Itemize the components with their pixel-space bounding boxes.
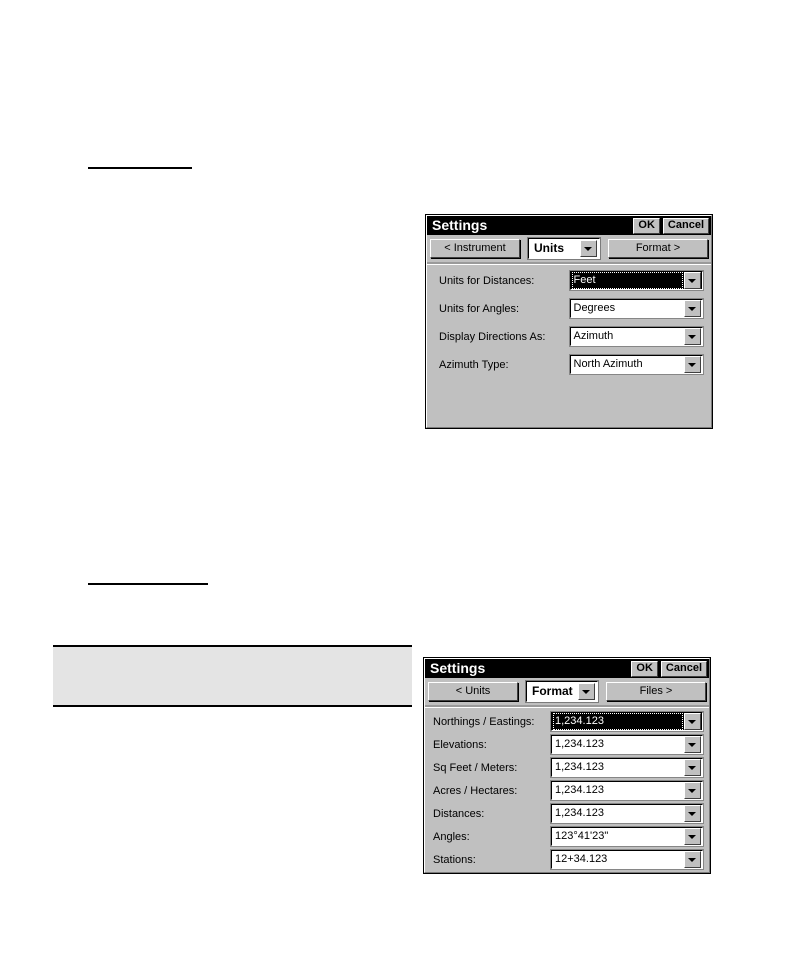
display-directions-as-value: Azimuth (573, 330, 614, 342)
chevron-down-icon[interactable] (684, 759, 701, 776)
elevations-combo[interactable]: 1,234.123 (550, 734, 704, 755)
page-selector-combo[interactable]: Format (525, 680, 599, 703)
northings-eastings-value: 1,234.123 (553, 713, 683, 730)
chevron-down-icon[interactable] (578, 683, 595, 700)
units-for-angles-combo[interactable]: Degrees (568, 298, 704, 319)
page-selector-combo[interactable]: Units (527, 237, 601, 260)
units-for-distances-label: Units for Distances: (439, 274, 535, 287)
azimuth-type-combo[interactable]: North Azimuth (568, 354, 704, 375)
form-row: Angles: 123°41'23" (433, 826, 704, 847)
note-box (53, 645, 412, 707)
form-row: Sq Feet / Meters: 1,234.123 (433, 757, 704, 778)
azimuth-type-value: North Azimuth (573, 358, 643, 370)
section-divider-middle (88, 583, 208, 585)
page-selector-value: Format (532, 684, 573, 698)
cancel-button[interactable]: Cancel (662, 217, 709, 234)
page-navigation-bar: < Instrument Units Format > (427, 235, 711, 262)
form-row: Units for Angles: Degrees (439, 298, 704, 319)
next-page-button[interactable]: Format > (608, 239, 708, 258)
form-row: Units for Distances: Feet (439, 270, 704, 291)
chevron-down-icon[interactable] (684, 828, 701, 845)
elevations-label: Elevations: (433, 738, 487, 751)
sq-feet-meters-label: Sq Feet / Meters: (433, 761, 518, 774)
units-for-distances-combo[interactable]: Feet (568, 270, 704, 291)
dialog-title: Settings (430, 660, 486, 676)
stations-label: Stations: (433, 853, 476, 866)
display-directions-as-label: Display Directions As: (439, 330, 546, 343)
chevron-down-icon[interactable] (684, 328, 701, 345)
page-navigation-bar: < Units Format Files > (425, 678, 709, 705)
ok-button[interactable]: OK (631, 660, 658, 677)
chevron-down-icon[interactable] (684, 805, 701, 822)
form-row: Distances: 1,234.123 (433, 803, 704, 824)
northings-eastings-label: Northings / Eastings: (433, 715, 535, 728)
chevron-down-icon[interactable] (580, 240, 597, 257)
chevron-down-icon[interactable] (684, 736, 701, 753)
acres-hectares-label: Acres / Hectares: (433, 784, 518, 797)
display-directions-as-combo[interactable]: Azimuth (568, 326, 704, 347)
units-for-distances-value: Feet (571, 272, 683, 289)
angles-value: 123°41'23" (555, 830, 609, 842)
chevron-down-icon[interactable] (684, 300, 701, 317)
acres-hectares-value: 1,234.123 (555, 784, 604, 796)
titlebar: Settings OK Cancel (425, 659, 709, 678)
settings-units-dialog: Settings OK Cancel < Instrument Units Fo… (425, 214, 713, 429)
stations-value: 12+34.123 (555, 853, 608, 865)
acres-hectares-combo[interactable]: 1,234.123 (550, 780, 704, 801)
elevations-value: 1,234.123 (555, 738, 604, 750)
chevron-down-icon[interactable] (684, 272, 701, 289)
units-for-angles-value: Degrees (573, 302, 616, 314)
titlebar: Settings OK Cancel (427, 216, 711, 235)
chevron-down-icon[interactable] (684, 851, 701, 868)
sq-feet-meters-value: 1,234.123 (555, 761, 604, 773)
cancel-button[interactable]: Cancel (660, 660, 707, 677)
prev-page-button[interactable]: < Units (428, 682, 518, 701)
section-divider-top (88, 167, 192, 169)
form-row: Elevations: 1,234.123 (433, 734, 704, 755)
chevron-down-icon[interactable] (684, 782, 701, 799)
titlebar-buttons: OK Cancel (633, 217, 709, 234)
angles-combo[interactable]: 123°41'23" (550, 826, 704, 847)
units-form: Units for Distances: Feet Units for Angl… (427, 265, 711, 387)
ok-button[interactable]: OK (633, 217, 660, 234)
chevron-down-icon[interactable] (684, 356, 701, 373)
stations-combo[interactable]: 12+34.123 (550, 849, 704, 870)
northings-eastings-combo[interactable]: 1,234.123 (550, 711, 704, 732)
format-form: Northings / Eastings: 1,234.123 Elevatio… (425, 708, 709, 876)
titlebar-buttons: OK Cancel (631, 660, 707, 677)
distances-label: Distances: (433, 807, 485, 820)
settings-format-dialog: Settings OK Cancel < Units Format Files … (423, 657, 711, 876)
form-row: Acres / Hectares: 1,234.123 (433, 780, 704, 801)
sq-feet-meters-combo[interactable]: 1,234.123 (550, 757, 704, 778)
form-row: Azimuth Type: North Azimuth (439, 354, 704, 375)
dialog-title: Settings (432, 217, 488, 233)
page-selector-value: Units (534, 241, 564, 255)
distances-combo[interactable]: 1,234.123 (550, 803, 704, 824)
azimuth-type-label: Azimuth Type: (439, 358, 509, 371)
distances-value: 1,234.123 (555, 807, 604, 819)
form-row: Stations: 12+34.123 (433, 849, 704, 870)
form-row: Northings / Eastings: 1,234.123 (433, 711, 704, 732)
form-row: Display Directions As: Azimuth (439, 326, 704, 347)
units-for-angles-label: Units for Angles: (439, 302, 520, 315)
next-page-button[interactable]: Files > (606, 682, 706, 701)
angles-label: Angles: (433, 830, 470, 843)
chevron-down-icon[interactable] (684, 713, 701, 730)
prev-page-button[interactable]: < Instrument (430, 239, 520, 258)
